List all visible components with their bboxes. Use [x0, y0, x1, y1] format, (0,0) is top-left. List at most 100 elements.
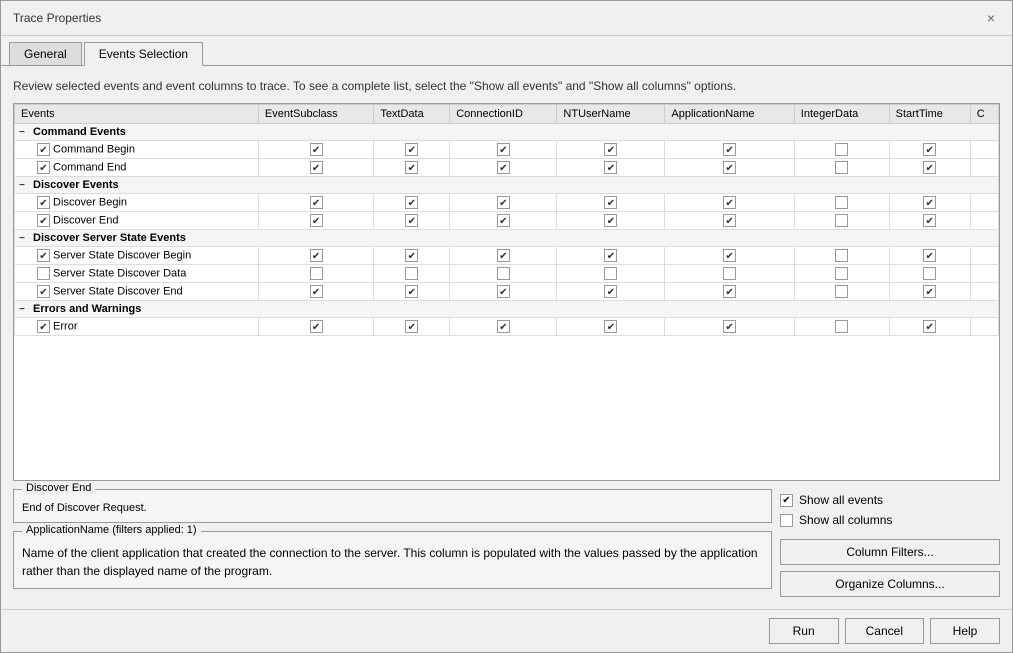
col-checkbox[interactable]: [923, 249, 936, 262]
col-checkbox[interactable]: [310, 196, 323, 209]
col-checkbox[interactable]: [604, 285, 617, 298]
cell-checkbox[interactable]: [665, 211, 794, 229]
col-checkbox[interactable]: [604, 267, 617, 280]
cell-checkbox[interactable]: [258, 140, 373, 158]
expand-icon[interactable]: −: [19, 304, 29, 315]
col-checkbox[interactable]: [923, 161, 936, 174]
col-checkbox[interactable]: [497, 249, 510, 262]
col-checkbox[interactable]: [835, 196, 848, 209]
col-checkbox[interactable]: [923, 214, 936, 227]
row-checkbox[interactable]: [37, 143, 50, 156]
close-button[interactable]: ×: [982, 9, 1000, 27]
col-checkbox[interactable]: [723, 143, 736, 156]
col-checkbox[interactable]: [723, 320, 736, 333]
cell-checkbox[interactable]: [450, 317, 557, 335]
cell-checkbox[interactable]: [665, 193, 794, 211]
col-checkbox[interactable]: [310, 285, 323, 298]
cell-checkbox[interactable]: [258, 282, 373, 300]
col-checkbox[interactable]: [497, 161, 510, 174]
cell-checkbox[interactable]: [665, 246, 794, 264]
col-checkbox[interactable]: [604, 161, 617, 174]
cell-checkbox[interactable]: [889, 264, 970, 282]
col-checkbox[interactable]: [835, 285, 848, 298]
cell-checkbox[interactable]: [450, 282, 557, 300]
cell-checkbox[interactable]: [450, 246, 557, 264]
cell-checkbox[interactable]: [450, 211, 557, 229]
cell-checkbox[interactable]: [557, 317, 665, 335]
show-all-columns-checkbox[interactable]: [780, 514, 793, 527]
col-checkbox[interactable]: [835, 143, 848, 156]
cell-checkbox[interactable]: [889, 317, 970, 335]
col-checkbox[interactable]: [604, 214, 617, 227]
col-checkbox[interactable]: [310, 267, 323, 280]
col-checkbox[interactable]: [923, 320, 936, 333]
col-checkbox[interactable]: [405, 320, 418, 333]
cell-checkbox[interactable]: [794, 246, 889, 264]
col-checkbox[interactable]: [604, 320, 617, 333]
show-all-events-row[interactable]: ✔ Show all events: [780, 493, 1000, 507]
row-checkbox[interactable]: [37, 196, 50, 209]
cell-checkbox[interactable]: [258, 158, 373, 176]
row-checkbox[interactable]: [37, 320, 50, 333]
cell-checkbox[interactable]: [258, 317, 373, 335]
col-checkbox[interactable]: [497, 320, 510, 333]
cell-checkbox[interactable]: [794, 158, 889, 176]
col-checkbox[interactable]: [497, 267, 510, 280]
expand-icon[interactable]: −: [19, 127, 29, 138]
col-checkbox[interactable]: [835, 249, 848, 262]
row-checkbox[interactable]: [37, 267, 50, 280]
col-checkbox[interactable]: [405, 249, 418, 262]
col-checkbox[interactable]: [723, 161, 736, 174]
cell-checkbox[interactable]: [374, 211, 450, 229]
help-button[interactable]: Help: [930, 618, 1000, 644]
col-checkbox[interactable]: [497, 214, 510, 227]
cell-checkbox[interactable]: [889, 158, 970, 176]
cell-checkbox[interactable]: [665, 317, 794, 335]
cell-checkbox[interactable]: [794, 264, 889, 282]
cell-checkbox[interactable]: [258, 211, 373, 229]
cell-checkbox[interactable]: [374, 264, 450, 282]
cancel-button[interactable]: Cancel: [845, 618, 924, 644]
col-checkbox[interactable]: [923, 143, 936, 156]
col-checkbox[interactable]: [310, 143, 323, 156]
col-checkbox[interactable]: [723, 285, 736, 298]
cell-checkbox[interactable]: [970, 317, 998, 335]
cell-checkbox[interactable]: [665, 140, 794, 158]
events-table-container[interactable]: Events EventSubclass TextData Connection…: [13, 103, 1000, 481]
col-checkbox[interactable]: [923, 285, 936, 298]
cell-checkbox[interactable]: [794, 211, 889, 229]
col-checkbox[interactable]: [604, 249, 617, 262]
cell-checkbox[interactable]: [374, 158, 450, 176]
cell-checkbox[interactable]: [970, 193, 998, 211]
cell-checkbox[interactable]: [258, 193, 373, 211]
cell-checkbox[interactable]: [557, 158, 665, 176]
col-checkbox[interactable]: [310, 249, 323, 262]
cell-checkbox[interactable]: [665, 158, 794, 176]
col-checkbox[interactable]: [497, 196, 510, 209]
col-checkbox[interactable]: [723, 249, 736, 262]
col-checkbox[interactable]: [723, 214, 736, 227]
col-checkbox[interactable]: [604, 196, 617, 209]
cell-checkbox[interactable]: [374, 282, 450, 300]
col-checkbox[interactable]: [310, 214, 323, 227]
cell-checkbox[interactable]: [970, 211, 998, 229]
col-checkbox[interactable]: [835, 320, 848, 333]
cell-checkbox[interactable]: [450, 193, 557, 211]
cell-checkbox[interactable]: [557, 140, 665, 158]
cell-checkbox[interactable]: [450, 158, 557, 176]
cell-checkbox[interactable]: [450, 264, 557, 282]
cell-checkbox[interactable]: [557, 246, 665, 264]
cell-checkbox[interactable]: [889, 211, 970, 229]
column-filters-button[interactable]: Column Filters...: [780, 539, 1000, 565]
organize-columns-button[interactable]: Organize Columns...: [780, 571, 1000, 597]
cell-checkbox[interactable]: [970, 264, 998, 282]
cell-checkbox[interactable]: [794, 193, 889, 211]
col-checkbox[interactable]: [923, 267, 936, 280]
col-checkbox[interactable]: [405, 267, 418, 280]
cell-checkbox[interactable]: [665, 264, 794, 282]
col-checkbox[interactable]: [405, 143, 418, 156]
expand-icon[interactable]: −: [19, 233, 29, 244]
col-checkbox[interactable]: [835, 267, 848, 280]
col-checkbox[interactable]: [405, 285, 418, 298]
cell-checkbox[interactable]: [557, 193, 665, 211]
